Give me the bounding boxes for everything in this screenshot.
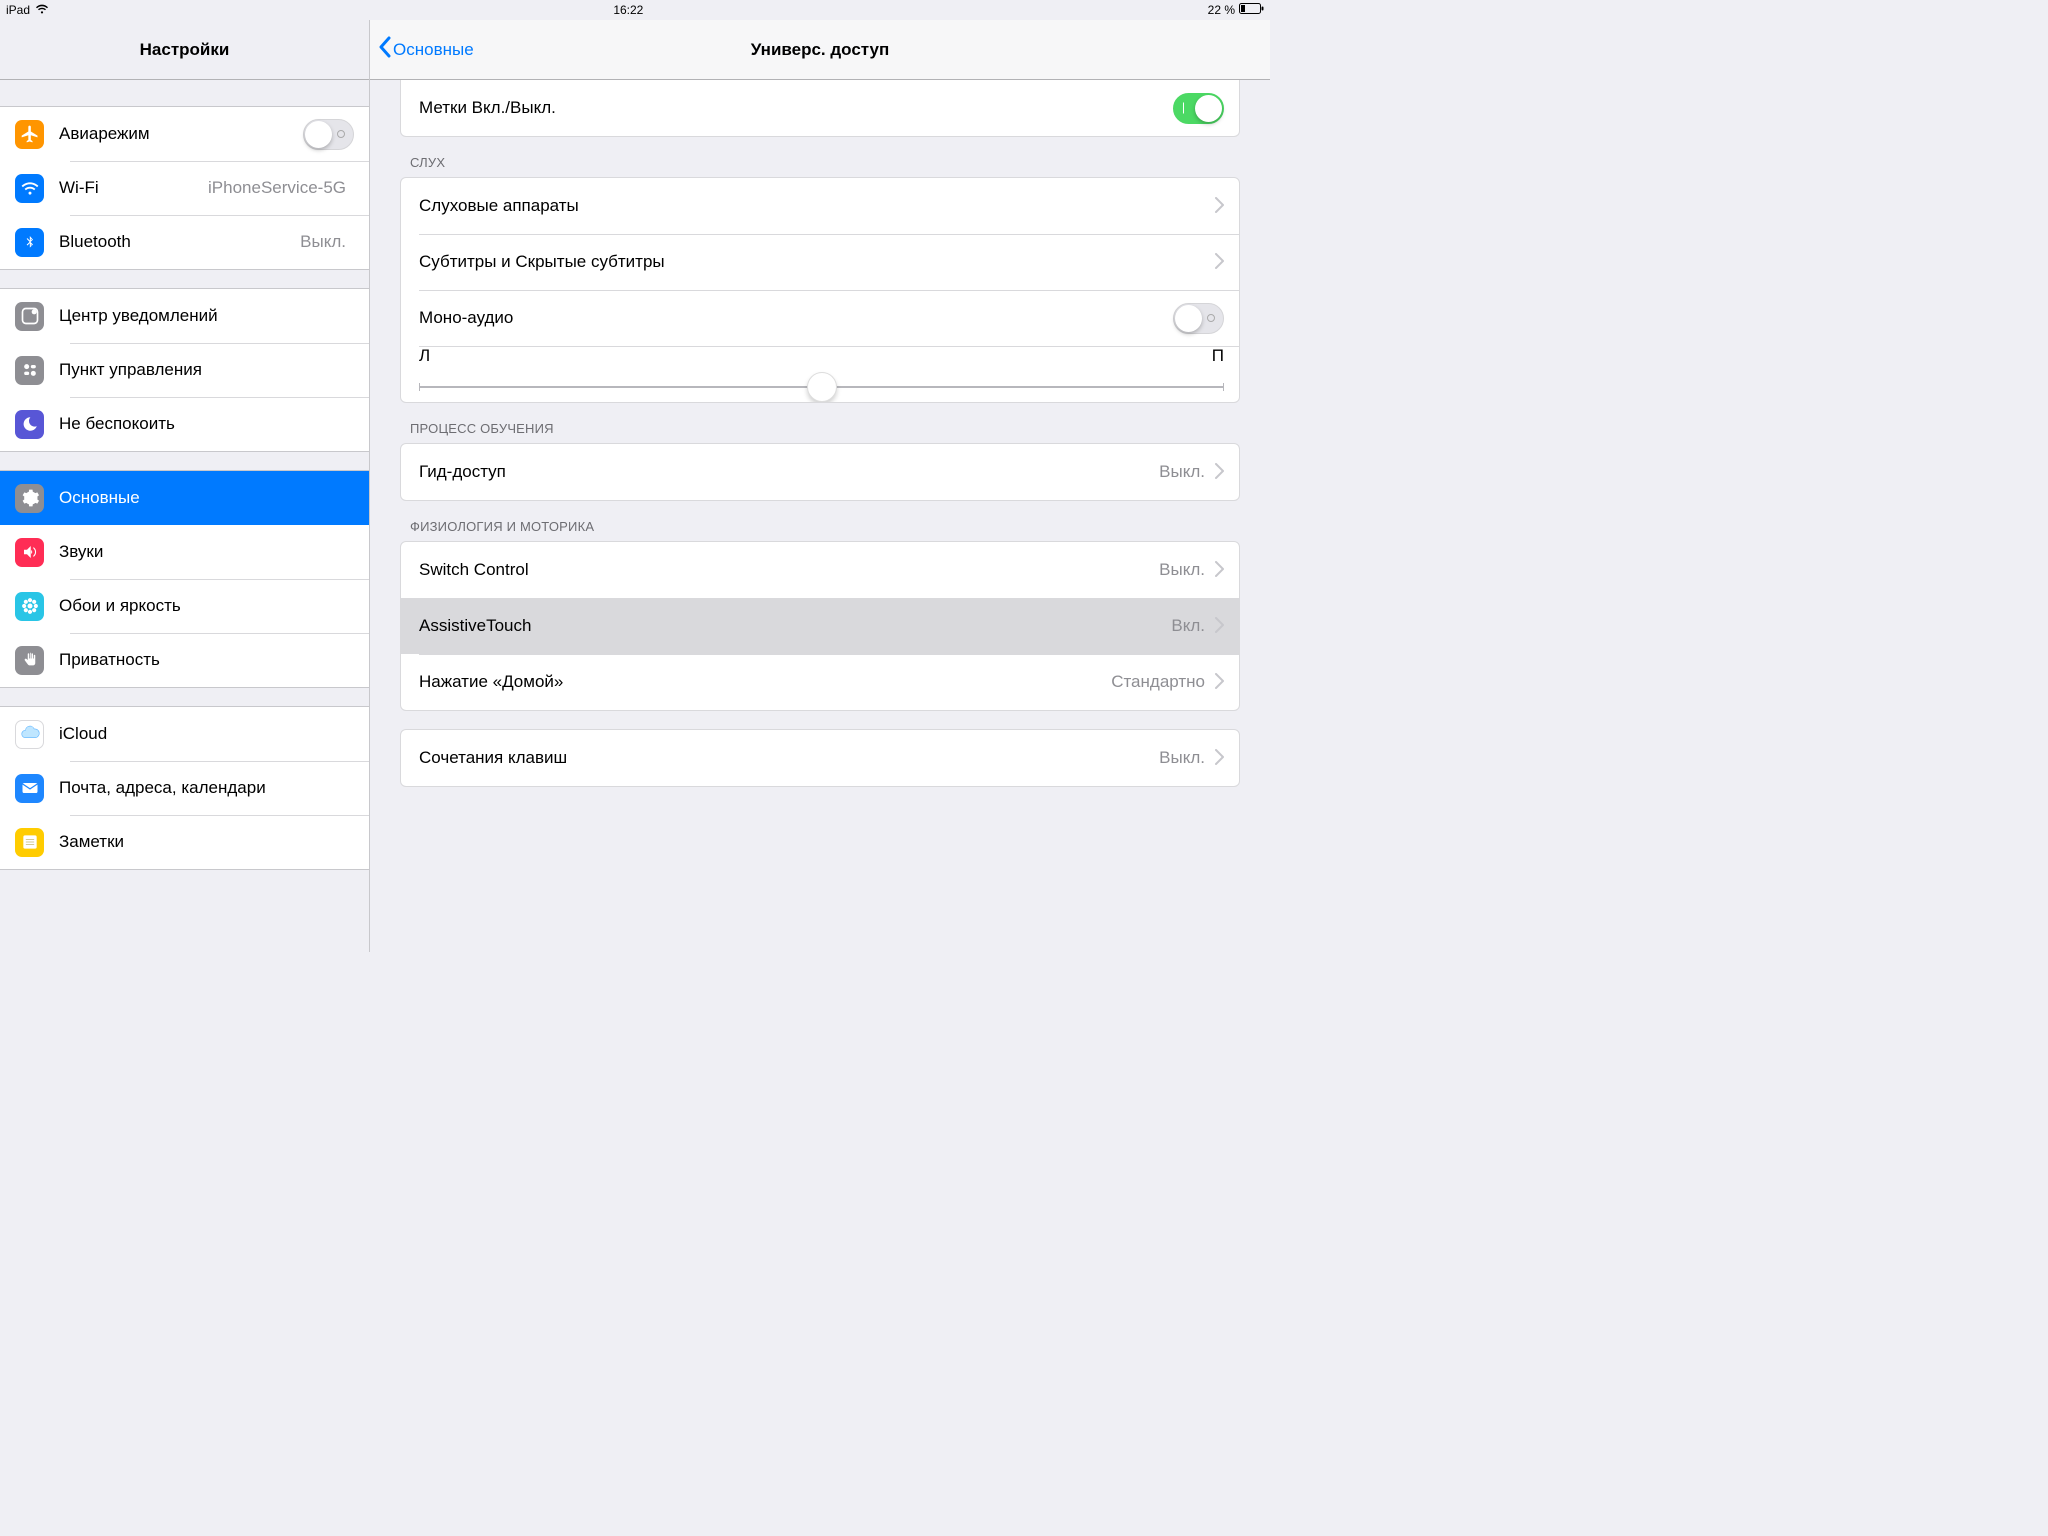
sidebar-item-sounds[interactable]: Звуки	[0, 525, 369, 579]
detail-pane: Основные Универс. доступ Метки Вкл./Выкл…	[370, 20, 1270, 952]
sidebar-item-label: Приватность	[59, 650, 354, 670]
flower-icon	[15, 592, 44, 621]
section-header: ФИЗИОЛОГИЯ И МОТОРИКА	[370, 519, 1270, 541]
sidebar-item-label: Звуки	[59, 542, 354, 562]
row-home[interactable]: Нажатие «Домой»Стандартно	[401, 654, 1239, 710]
sidebar-item-label: Почта, адреса, календари	[59, 778, 354, 798]
row-labels[interactable]: Метки Вкл./Выкл.	[401, 80, 1239, 136]
wifi-status-icon	[35, 3, 49, 17]
sidebar-item-label: Обои и яркость	[59, 596, 354, 616]
row-label: Switch Control	[419, 560, 1159, 580]
sidebar-item-label: Авиарежим	[59, 124, 303, 144]
balance-right-label: П	[1212, 346, 1224, 366]
row-value: Вкл.	[1171, 616, 1205, 636]
sidebar-item-privacy[interactable]: Приватность	[0, 633, 369, 687]
detail-scroll[interactable]: Метки Вкл./Выкл. СЛУХ Слуховые аппараты Суб…	[370, 80, 1270, 952]
slider-thumb[interactable]	[807, 372, 837, 402]
sidebar-item-wifi[interactable]: Wi-FiiPhoneService-5G	[0, 161, 369, 215]
balance-left-label: Л	[419, 346, 430, 366]
row-shortcut[interactable]: Сочетания клавишВыкл.	[401, 730, 1239, 786]
row-guided[interactable]: Гид-доступВыкл.	[401, 444, 1239, 500]
chevron-right-icon	[1215, 669, 1224, 695]
balance-slider[interactable]	[419, 372, 1224, 402]
audio-balance-slider-cell: ЛП	[401, 346, 1239, 402]
row-value: Выкл.	[1159, 462, 1205, 482]
sidebar-scroll[interactable]: АвиарежимWi-FiiPhoneService-5GBluetoothВ…	[0, 80, 369, 952]
speaker-icon	[15, 538, 44, 567]
airplane-toggle[interactable]	[303, 119, 354, 150]
sidebar-item-notif[interactable]: Центр уведомлений	[0, 289, 369, 343]
sidebar-item-general[interactable]: Основные	[0, 471, 369, 525]
labels-toggle[interactable]	[1173, 93, 1224, 124]
control-icon	[15, 356, 44, 385]
sidebar-item-label: Заметки	[59, 832, 354, 852]
back-label: Основные	[393, 40, 474, 60]
wifi-icon	[15, 174, 44, 203]
sidebar-title: Настройки	[0, 40, 369, 60]
row-mono[interactable]: Моно-аудио	[401, 290, 1239, 346]
status-bar: iPad 16:22 22 %	[0, 0, 1270, 20]
sidebar-item-control[interactable]: Пункт управления	[0, 343, 369, 397]
row-label: Моно-аудио	[419, 308, 1173, 328]
moon-icon	[15, 410, 44, 439]
sidebar-item-icloud[interactable]: iCloud	[0, 707, 369, 761]
detail-title: Универс. доступ	[370, 40, 1270, 60]
sidebar-navbar: Настройки	[0, 20, 369, 80]
sidebar-item-notes[interactable]: Заметки	[0, 815, 369, 869]
settings-sidebar: Настройки Авиарежим Wi-FiiPhoneService-5G…	[0, 20, 370, 952]
row-label: Субтитры и Скрытые субтитры	[419, 252, 1213, 272]
sidebar-item-label: Центр уведомлений	[59, 306, 354, 326]
cloud-icon	[15, 720, 44, 749]
sidebar-item-value: iPhoneService-5G	[208, 178, 346, 198]
chevron-right-icon	[1215, 193, 1224, 219]
row-label: Сочетания клавиш	[419, 748, 1159, 768]
row-label: AssistiveTouch	[419, 616, 1171, 636]
mono-toggle[interactable]	[1173, 303, 1224, 334]
chevron-right-icon	[1215, 557, 1224, 583]
sidebar-item-mail[interactable]: Почта, адреса, календари	[0, 761, 369, 815]
mail-icon	[15, 774, 44, 803]
row-switch[interactable]: Switch ControlВыкл.	[401, 542, 1239, 598]
row-label: Нажатие «Домой»	[419, 672, 1111, 692]
gear-icon	[15, 484, 44, 513]
row-label: Метки Вкл./Выкл.	[419, 98, 1173, 118]
row-hearing[interactable]: Слуховые аппараты	[401, 178, 1239, 234]
sidebar-item-dnd[interactable]: Не беспокоить	[0, 397, 369, 451]
chevron-right-icon	[1215, 613, 1224, 639]
airplane-icon	[15, 120, 44, 149]
sidebar-item-label: Bluetooth	[59, 232, 300, 252]
row-assistive[interactable]: AssistiveTouchВкл.	[401, 598, 1239, 654]
device-label: iPad	[6, 3, 30, 17]
sidebar-item-bluetooth[interactable]: BluetoothВыкл.	[0, 215, 369, 269]
detail-navbar: Основные Универс. доступ	[370, 20, 1270, 80]
row-subtitles[interactable]: Субтитры и Скрытые субтитры	[401, 234, 1239, 290]
bluetooth-icon	[15, 228, 44, 257]
chevron-right-icon	[1215, 249, 1224, 275]
sidebar-item-airplane[interactable]: Авиарежим	[0, 107, 369, 161]
sidebar-item-label: Wi-Fi	[59, 178, 208, 198]
notes-icon	[15, 828, 44, 857]
battery-percent: 22 %	[1208, 3, 1235, 17]
sidebar-item-wallpaper[interactable]: Обои и яркость	[0, 579, 369, 633]
back-chevron-icon	[378, 36, 391, 63]
notif-icon	[15, 302, 44, 331]
row-label: Слуховые аппараты	[419, 196, 1213, 216]
battery-icon	[1239, 3, 1264, 17]
row-value: Выкл.	[1159, 560, 1205, 580]
section-header: СЛУХ	[370, 155, 1270, 177]
chevron-right-icon	[1215, 745, 1224, 771]
sidebar-item-value: Выкл.	[300, 232, 346, 252]
clock: 16:22	[49, 3, 1208, 17]
row-value: Стандартно	[1111, 672, 1205, 692]
chevron-right-icon	[1215, 459, 1224, 485]
sidebar-item-label: Пункт управления	[59, 360, 354, 380]
sidebar-item-label: Основные	[59, 488, 354, 508]
back-button[interactable]: Основные	[370, 36, 474, 63]
row-value: Выкл.	[1159, 748, 1205, 768]
row-label: Гид-доступ	[419, 462, 1159, 482]
section-header: ПРОЦЕСС ОБУЧЕНИЯ	[370, 421, 1270, 443]
hand-icon	[15, 646, 44, 675]
sidebar-item-label: iCloud	[59, 724, 354, 744]
sidebar-item-label: Не беспокоить	[59, 414, 354, 434]
